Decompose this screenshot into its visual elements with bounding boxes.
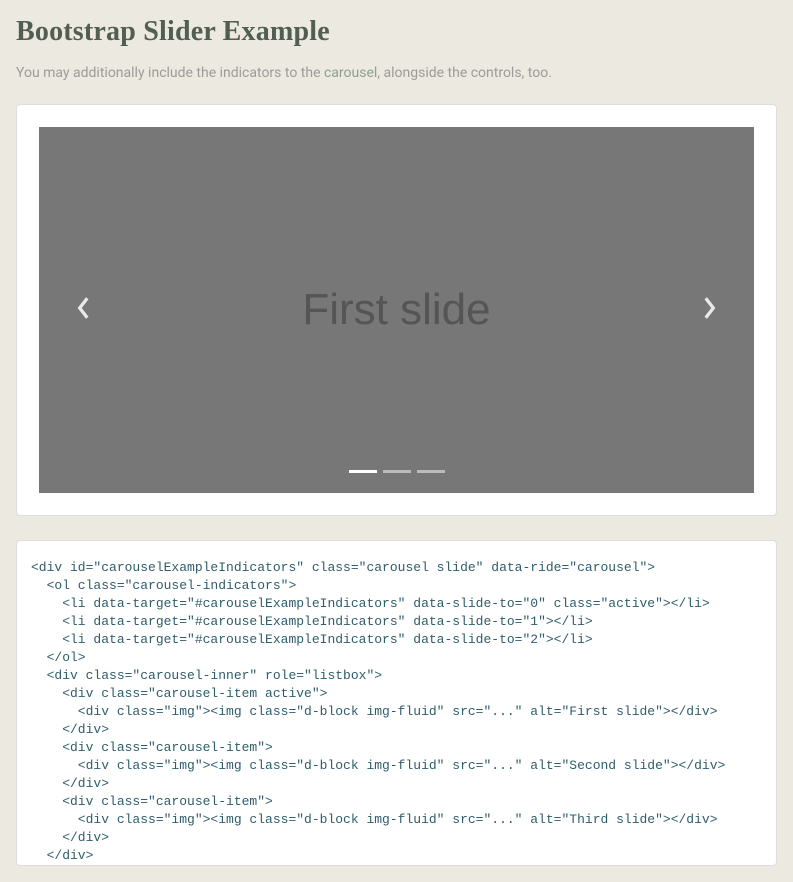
- page-title: Bootstrap Slider Example: [16, 16, 777, 48]
- carousel-prev-button[interactable]: [39, 127, 129, 493]
- carousel-next-button[interactable]: [664, 127, 754, 493]
- chevron-right-icon: [700, 295, 718, 325]
- intro-text-pre: You may additionally include the indicat…: [16, 65, 324, 81]
- slide-label: First slide: [302, 285, 490, 335]
- code-snippet-panel: <div id="carouselExampleIndicators" clas…: [16, 540, 777, 866]
- chevron-left-icon: [75, 295, 93, 325]
- carousel-indicator-0[interactable]: [349, 470, 377, 473]
- carousel-link[interactable]: carousel: [324, 65, 377, 81]
- intro-text-post: , alongside the controls, too.: [377, 65, 552, 81]
- carousel: First slide: [39, 127, 754, 493]
- code-snippet: <div id="carouselExampleIndicators" clas…: [31, 559, 762, 865]
- page-subtitle: You may additionally include the indicat…: [16, 62, 777, 84]
- carousel-indicator-1[interactable]: [383, 470, 411, 473]
- carousel-indicators: [39, 470, 754, 473]
- carousel-example-panel: First slide: [16, 104, 777, 516]
- carousel-indicator-2[interactable]: [417, 470, 445, 473]
